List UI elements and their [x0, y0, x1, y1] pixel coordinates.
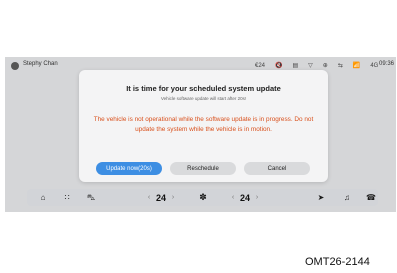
- update-now-button[interactable]: Update now(20s): [96, 162, 162, 175]
- car-icon[interactable]: ⛍: [85, 191, 97, 204]
- phone-icon[interactable]: ☎: [365, 191, 377, 204]
- network-type: 4G: [370, 63, 379, 69]
- dialog-title: It is time for your scheduled system upd…: [126, 84, 281, 93]
- left-temperature: 24: [155, 192, 166, 203]
- user-name[interactable]: Stephy Chan: [23, 61, 58, 67]
- right-temperature: 24: [239, 192, 250, 203]
- music-icon[interactable]: ♫: [341, 191, 353, 204]
- clock: 09:36: [379, 61, 395, 67]
- navigation-icon[interactable]: ➤: [315, 191, 327, 204]
- mute-icon: 🔇: [275, 63, 283, 69]
- sync-icon: ⇆: [337, 63, 343, 69]
- left-temp-up-button[interactable]: ›: [170, 191, 176, 204]
- wifi-icon: ▽: [308, 63, 313, 69]
- apps-icon[interactable]: ∷: [61, 191, 73, 204]
- bluetooth-icon: ⊕: [322, 63, 328, 69]
- dialog-subtitle: Vehicle software update will start after…: [160, 96, 247, 101]
- left-temp-down-button[interactable]: ‹: [146, 191, 152, 204]
- user-avatar-icon[interactable]: [11, 62, 19, 70]
- dialog-warning: The vehicle is not operational while the…: [93, 116, 314, 133]
- cancel-button[interactable]: Cancel: [244, 162, 310, 175]
- update-dialog: It is time for your scheduled system upd…: [79, 70, 328, 182]
- right-temp-down-button[interactable]: ‹: [230, 191, 236, 204]
- right-temp-up-button[interactable]: ›: [254, 191, 260, 204]
- bottom-dock: ⌂ ∷ ⛍ ‹ 24 › ✽ ‹ 24 › ➤ ♫ ☎: [27, 189, 378, 206]
- figure-frame: Stephy Chan €24 🔇 ▤ ▽ ⊕ ⇆ 📶 4G 09:36 ⌂ ∷…: [0, 0, 397, 273]
- reschedule-button[interactable]: Reschedule: [170, 162, 236, 175]
- home-icon[interactable]: ⌂: [37, 191, 49, 204]
- status-indicator: €24: [255, 63, 266, 69]
- figure-caption: OMT26-2144: [305, 256, 370, 268]
- lock-icon: ▤: [292, 63, 299, 69]
- status-indicators: €24 🔇 ▤ ▽ ⊕ ⇆ 📶 4G: [255, 62, 378, 70]
- signal-icon: 📶: [352, 63, 361, 69]
- fan-icon[interactable]: ✽: [197, 191, 209, 204]
